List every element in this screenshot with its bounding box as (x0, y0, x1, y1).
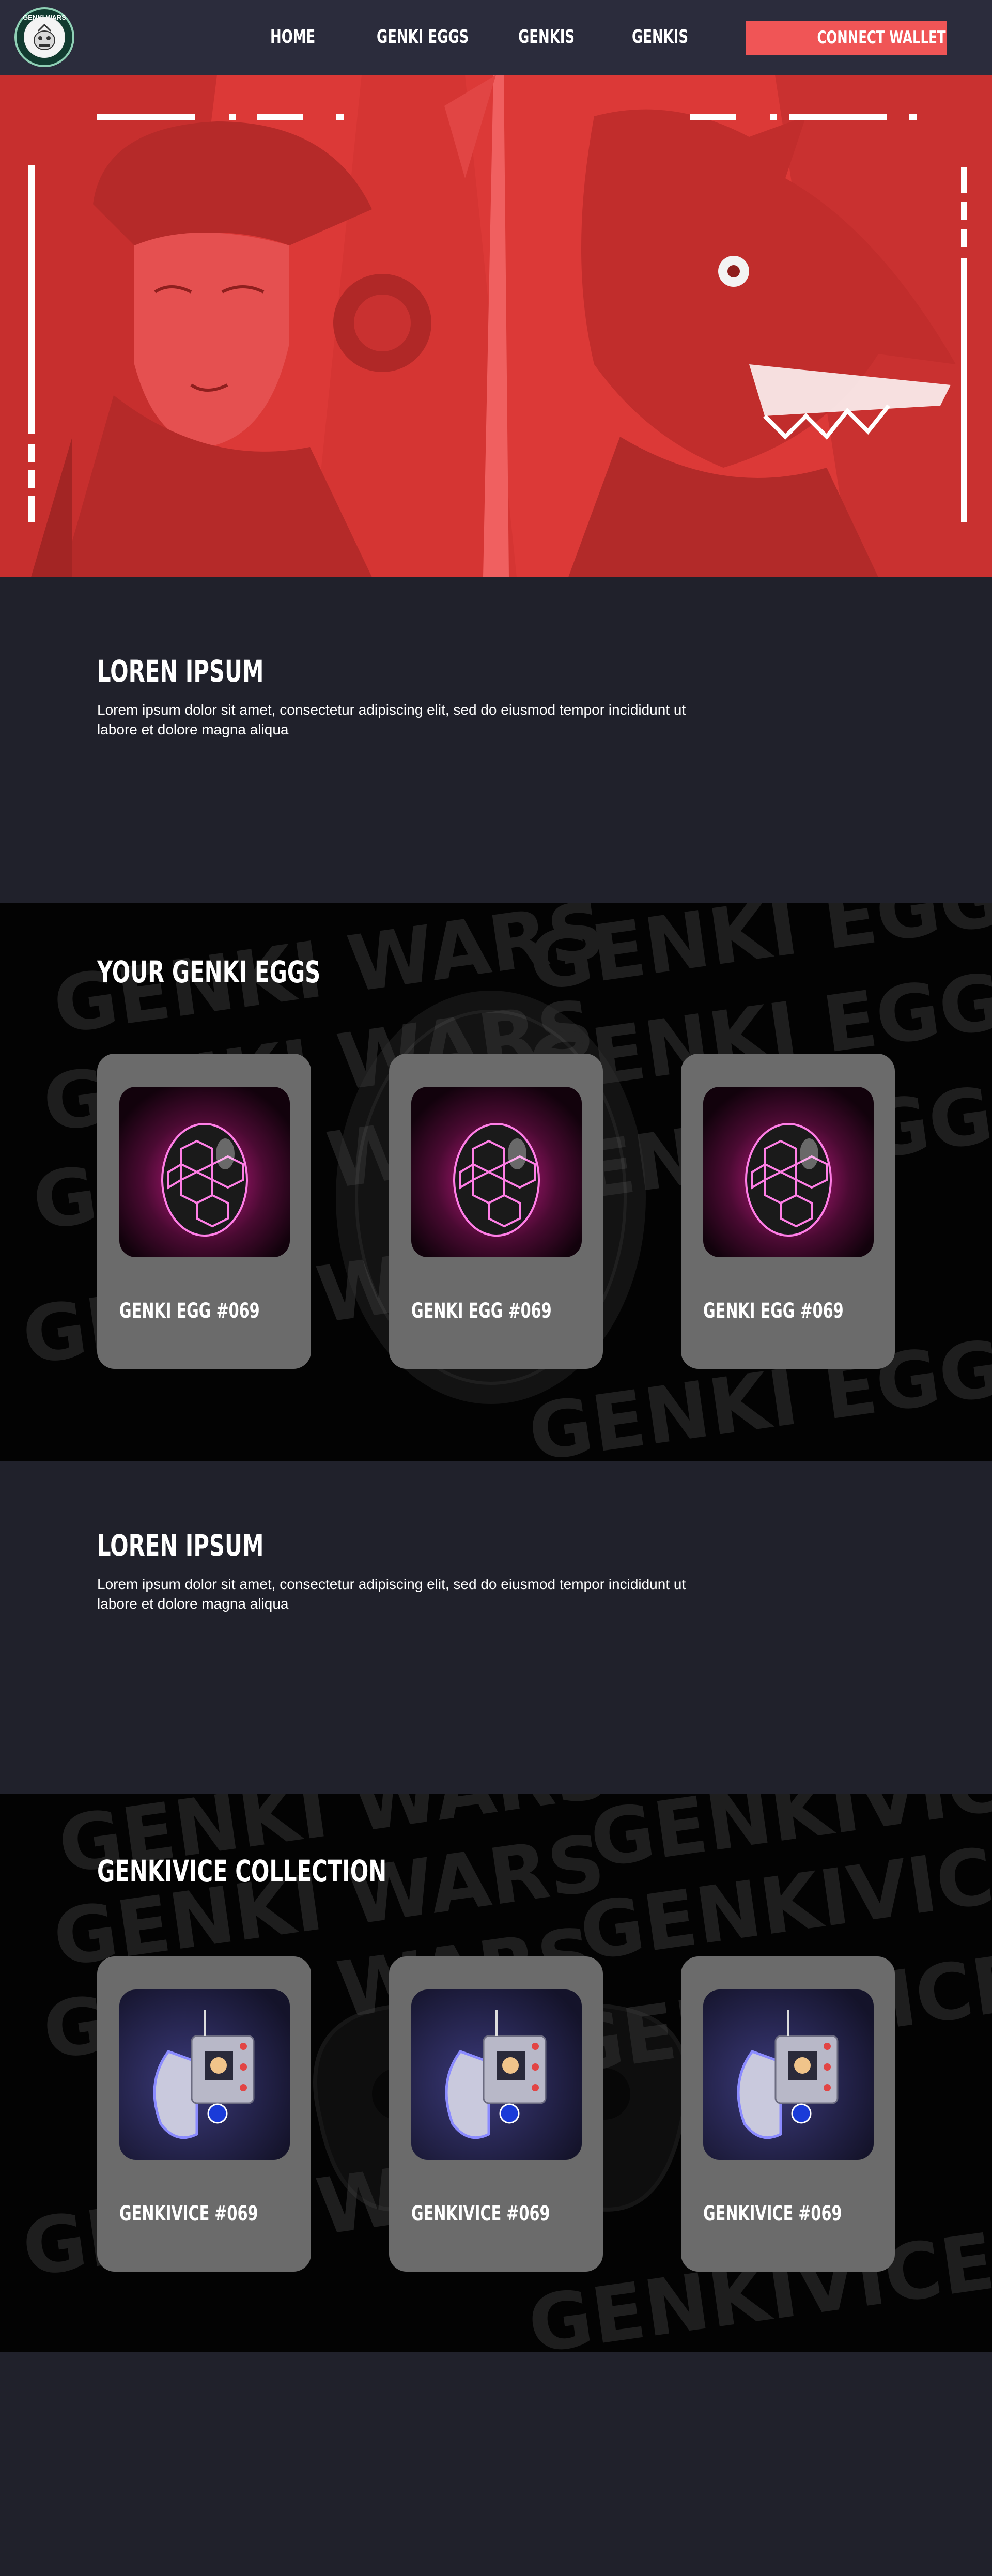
egg-card-title: GENKI EGG #069 (703, 1299, 844, 1323)
section-title: LOREN IPSUM (97, 654, 264, 689)
logo-emblem-icon (24, 17, 65, 58)
hero-frame-bar (961, 229, 967, 247)
genkivice-card[interactable]: GENKIVICE #069 (389, 1956, 603, 2272)
section-title: GENKIVICE COLLECTION (97, 1854, 387, 1889)
genki-wars-logo[interactable]: GENKI WARS (14, 7, 74, 67)
genkivice-card-title: GENKIVICE #069 (119, 2202, 258, 2226)
egg-card[interactable]: GENKI EGG #069 (681, 1054, 895, 1369)
genkivice-card[interactable]: GENKIVICE #069 (681, 1956, 895, 2272)
genkivice-thumbnail (411, 1989, 582, 2160)
section-title: LOREN IPSUM (97, 1528, 264, 1563)
genkivice-card-title: GENKIVICE #069 (703, 2202, 842, 2226)
egg-card[interactable]: GENKI EGG #069 (97, 1054, 311, 1369)
hero-frame-bar (961, 167, 967, 193)
genkivice-section: GENKI WARS GENKIVICE GENKI WARS GENKIVIC… (0, 1794, 992, 2352)
nav-link-genkis-2[interactable]: GENKIS (632, 26, 710, 48)
hero-frame-bar (770, 114, 777, 120)
genkivice-card-title: GENKIVICE #069 (411, 2202, 550, 2226)
nav-link-genki-eggs[interactable]: GENKI EGGS (377, 26, 505, 48)
egg-thumbnail (119, 1087, 290, 1257)
section-body: Lorem ipsum dolor sit amet, consectetur … (97, 1576, 686, 1612)
hero-frame-bar (909, 114, 917, 120)
genkivice-thumbnail (703, 1989, 874, 2160)
section-body: Lorem ipsum dolor sit amet, consectetur … (97, 702, 686, 737)
intro-section-1: LOREN IPSUM Lorem ipsum dolor sit amet, … (0, 577, 992, 903)
intro-section-2: LOREN IPSUM Lorem ipsum dolor sit amet, … (0, 1461, 992, 1794)
hero-frame-bar (229, 114, 236, 120)
hero-artwork (0, 75, 992, 577)
page-footer-area (0, 2352, 992, 2576)
nav-link-genkis[interactable]: GENKIS (518, 26, 597, 48)
hero-frame-bar (789, 114, 887, 120)
egg-thumbnail (703, 1087, 874, 1257)
connect-wallet-button[interactable]: CONNECT WALLET (746, 21, 947, 55)
genkivice-thumbnail (119, 1989, 290, 2160)
hero-frame-bar (28, 444, 35, 462)
egg-thumbnail (411, 1087, 582, 1257)
hero-frame-bar (97, 114, 195, 120)
genkivice-card[interactable]: GENKIVICE #069 (97, 1956, 311, 2272)
egg-card[interactable]: GENKI EGG #069 (389, 1054, 603, 1369)
genki-eggs-section: GENKI WARS GENKI EGGS GENKI WARS GENKI E… (0, 903, 992, 1461)
hero-frame-bar (28, 470, 35, 488)
hero-banner (0, 75, 992, 577)
nav-link-home[interactable]: HOME (270, 26, 333, 48)
hero-frame-bar (257, 114, 303, 120)
hero-frame-bar (690, 114, 736, 120)
hero-frame-bar (28, 496, 35, 522)
hero-frame-bar (336, 114, 344, 120)
hero-frame-bar (28, 165, 35, 434)
hero-frame-bar (961, 202, 967, 220)
egg-card-title: GENKI EGG #069 (119, 1299, 260, 1323)
section-title: YOUR GENKI EGGS (97, 954, 321, 990)
top-navbar: GENKI WARS HOME GENKI EGGS GENKIS GENKIS… (0, 0, 992, 75)
hero-frame-bar (961, 258, 967, 522)
egg-card-title: GENKI EGG #069 (411, 1299, 552, 1323)
